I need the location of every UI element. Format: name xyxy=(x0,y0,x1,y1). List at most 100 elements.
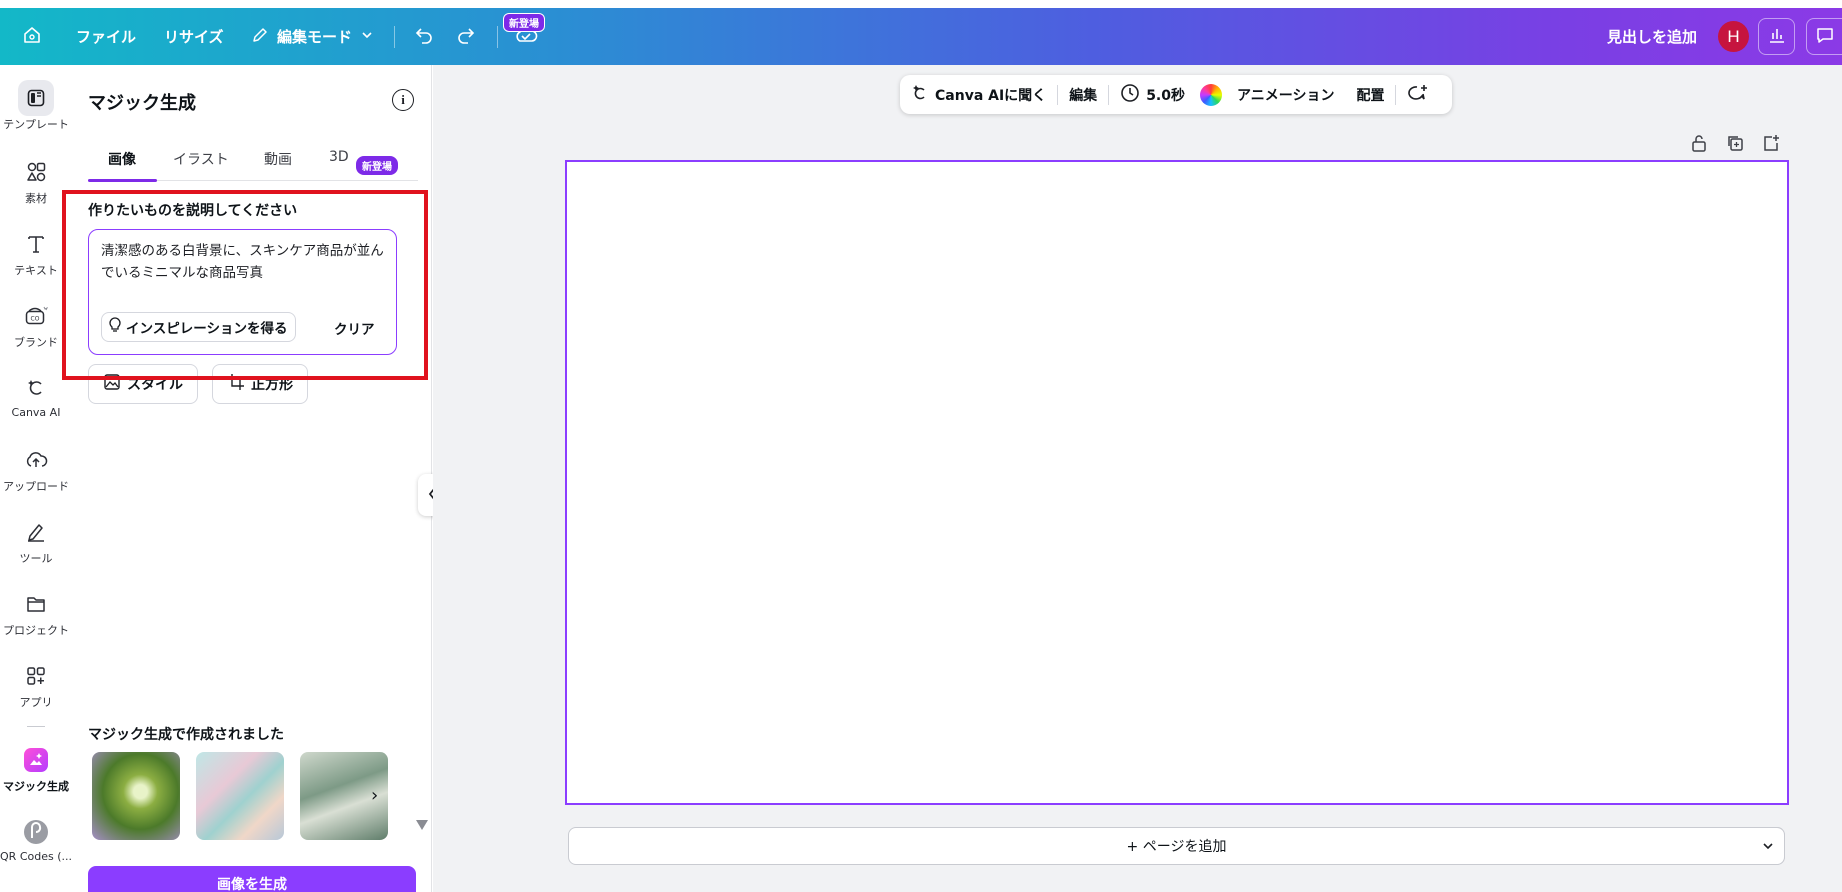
image-style-icon xyxy=(103,373,121,395)
upload-icon xyxy=(0,446,72,474)
svg-text:CO: CO xyxy=(31,316,40,323)
ask-canva-ai-button[interactable]: Canva AIに聞く xyxy=(900,75,1057,114)
tab-image[interactable]: 画像 xyxy=(108,149,136,169)
tab-new-badge: 新登場 xyxy=(356,156,398,175)
add-page-icon[interactable] xyxy=(1762,134,1780,156)
design-page[interactable] xyxy=(565,160,1789,805)
undo-icon xyxy=(413,24,435,50)
redo-icon xyxy=(455,24,477,50)
rail-label: プロジェクト xyxy=(3,624,69,637)
generate-image-button[interactable]: 画像を生成 xyxy=(88,866,416,892)
rail-item-brand[interactable]: CO ブランド xyxy=(0,302,72,350)
example-image-glass[interactable] xyxy=(196,752,284,840)
ask-ai-label: Canva AIに聞く xyxy=(935,87,1047,104)
rail-item-elements[interactable]: 素材 xyxy=(0,158,72,206)
add-page-dropdown[interactable] xyxy=(1751,827,1785,865)
text-icon xyxy=(0,230,72,258)
prompt-label: 作りたいものを説明してください xyxy=(88,203,298,219)
resize-menu[interactable]: リサイズ xyxy=(164,8,224,65)
file-menu[interactable]: ファイル xyxy=(76,8,136,65)
pencil-icon xyxy=(251,26,269,48)
chevron-right-icon[interactable]: › xyxy=(371,785,378,806)
comment-button[interactable] xyxy=(1806,18,1842,55)
rail-item-templates[interactable]: テンプレート xyxy=(0,80,72,132)
panel-title: マジック生成 xyxy=(88,93,196,114)
active-tab-indicator xyxy=(88,179,157,182)
position-button[interactable]: 配置 xyxy=(1345,75,1395,114)
tab-illustration[interactable]: イラスト xyxy=(173,149,229,169)
brand-icon: CO xyxy=(0,302,72,330)
rail-item-projects[interactable]: プロジェクト xyxy=(0,590,72,638)
rail-label: テキスト xyxy=(14,264,58,277)
duplicate-page-icon[interactable] xyxy=(1726,134,1744,156)
chevron-down-icon xyxy=(360,28,374,46)
inspiration-label: インスピレーションを得る xyxy=(126,321,288,337)
rail-item-text[interactable]: テキスト xyxy=(0,230,72,278)
rail-label: アプリ xyxy=(19,696,53,709)
add-heading-button[interactable]: 見出しを追加 xyxy=(1607,8,1697,65)
qr-codes-icon xyxy=(0,818,72,846)
template-icon xyxy=(18,80,54,116)
rail-item-magic-media[interactable]: マジック生成 xyxy=(0,746,72,794)
prompt-textarea[interactable]: 清潔感のある白背景に、スキンケア商品が並んでいるミニマルな商品写真 インスピレー… xyxy=(88,229,397,355)
rail-label: QR Codes (... xyxy=(0,850,72,863)
rail-item-qr-codes[interactable]: QR Codes (... xyxy=(0,818,72,863)
page-tools xyxy=(1690,134,1780,156)
avatar[interactable]: H xyxy=(1718,21,1749,52)
edit-button[interactable]: 編集 xyxy=(1058,75,1108,114)
lightbulb-icon xyxy=(108,317,122,337)
example-image-dewdrop[interactable] xyxy=(92,752,180,840)
divider xyxy=(497,26,498,48)
comment-icon xyxy=(1815,25,1835,49)
clear-button[interactable]: クリア xyxy=(334,318,375,338)
new-badge: 新登場 xyxy=(503,13,545,32)
duration-label: 5.0秒 xyxy=(1146,87,1185,104)
home-icon xyxy=(22,25,42,49)
clock-icon xyxy=(1120,83,1140,107)
aspect-ratio-button[interactable]: 正方形 xyxy=(212,364,308,404)
scroll-down-icon[interactable] xyxy=(416,820,428,830)
lock-icon[interactable] xyxy=(1690,134,1708,156)
inspiration-button[interactable]: インスピレーションを得る xyxy=(101,312,297,342)
rail-label: Canva AI xyxy=(11,406,61,419)
context-toolbar: Canva AIに聞く 編集 5.0秒 アニメーション 配置 xyxy=(900,75,1452,114)
rail-label: 素材 xyxy=(25,192,47,205)
tab-3d[interactable]: 3D xyxy=(329,149,349,165)
divider xyxy=(394,26,395,48)
style-button[interactable]: スタイル xyxy=(88,364,198,404)
rail-item-apps[interactable]: アプリ xyxy=(0,662,72,710)
canva-ai-icon xyxy=(0,374,72,402)
made-with-label: マジック生成で作成されました xyxy=(88,727,284,743)
info-icon[interactable]: i xyxy=(392,89,414,111)
top-bar: ファイル リサイズ 編集モード 新登場 見出しを追加 H xyxy=(0,8,1842,65)
bar-chart-icon xyxy=(1767,25,1787,49)
rail-item-canva-ai[interactable]: Canva AI xyxy=(0,374,72,419)
duration-button[interactable]: 5.0秒 xyxy=(1109,75,1196,114)
prompt-value[interactable]: 清潔感のある白背景に、スキンケア商品が並んでいるミニマルな商品写真 xyxy=(101,240,389,284)
color-button[interactable] xyxy=(1196,75,1226,114)
rail-item-upload[interactable]: アップロード xyxy=(0,446,72,494)
comment-add-icon xyxy=(1407,83,1429,107)
rail-item-tools[interactable]: ツール xyxy=(0,518,72,566)
rail-label: テンプレート xyxy=(3,118,69,131)
edit-mode-menu[interactable]: 編集モード xyxy=(251,8,374,65)
rail-divider xyxy=(27,726,45,727)
style-label: スタイル xyxy=(127,377,183,393)
tools-icon xyxy=(0,518,72,546)
folder-icon xyxy=(0,590,72,618)
tab-video[interactable]: 動画 xyxy=(264,149,292,169)
apps-icon xyxy=(0,662,72,690)
elements-icon xyxy=(0,158,72,186)
rail-label: アップロード xyxy=(3,480,69,493)
magic-media-icon xyxy=(0,746,72,774)
undo-button[interactable] xyxy=(413,8,435,65)
add-page-button[interactable]: + ページを追加 xyxy=(568,827,1785,865)
color-wheel-icon xyxy=(1200,83,1222,106)
home-button[interactable] xyxy=(22,8,42,65)
redo-button[interactable] xyxy=(455,8,477,65)
add-comment-button[interactable] xyxy=(1396,75,1440,114)
canva-ai-icon xyxy=(911,84,929,106)
rail-label: ツール xyxy=(19,552,53,565)
insights-button[interactable] xyxy=(1758,18,1795,55)
animation-button[interactable]: アニメーション xyxy=(1226,75,1345,114)
